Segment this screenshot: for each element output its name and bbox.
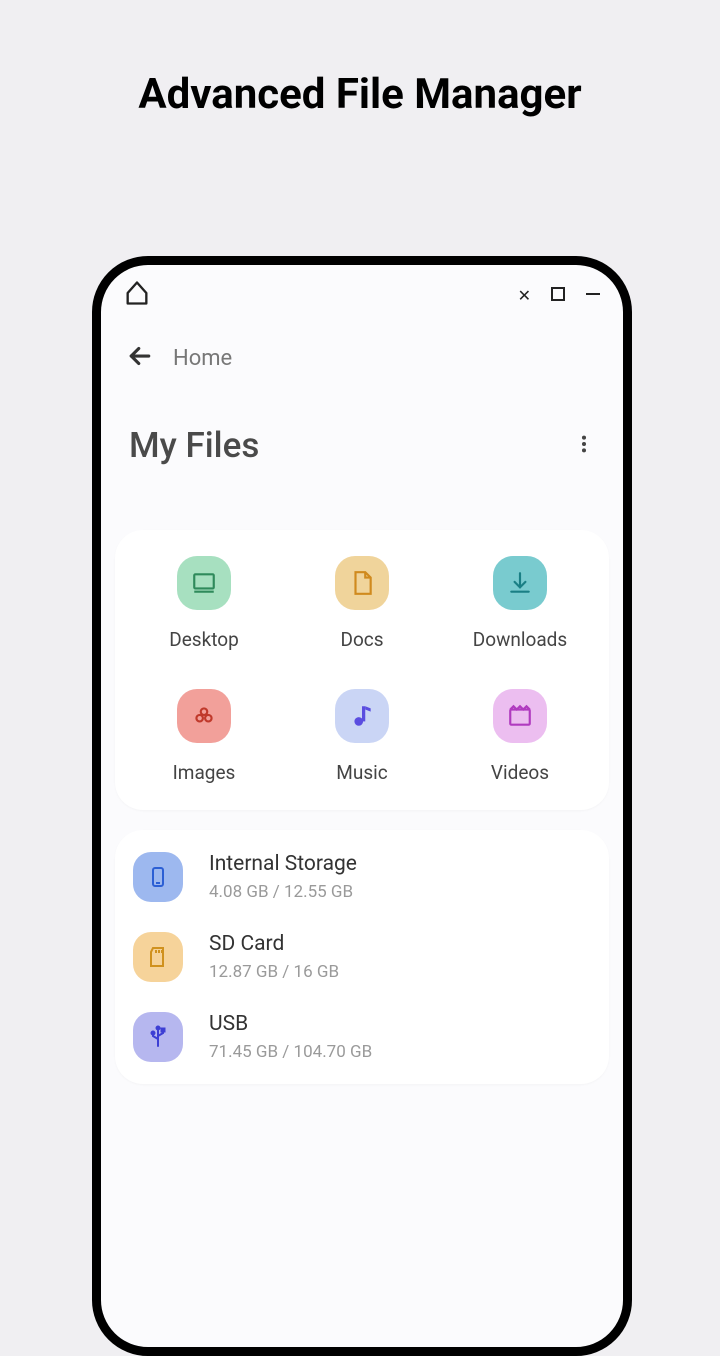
storage-title: SD Card [209, 932, 339, 956]
storage-subtitle: 4.08 GB / 12.55 GB [209, 882, 357, 902]
more-options-icon[interactable] [573, 433, 595, 459]
nav-row: Home [101, 317, 623, 379]
home-icon[interactable] [123, 279, 151, 311]
page-title: My Files [129, 425, 259, 466]
phone-frame: ✕ Home My Files [92, 256, 632, 1356]
storage-title: Internal Storage [209, 852, 357, 876]
category-docs[interactable]: Docs [283, 556, 441, 651]
music-icon [335, 689, 389, 743]
storage-internal[interactable]: Internal Storage 4.08 GB / 12.55 GB [133, 852, 591, 902]
status-bar: ✕ [101, 265, 623, 317]
back-arrow-icon[interactable] [125, 341, 155, 375]
category-label: Music [336, 761, 387, 784]
category-label: Downloads [473, 628, 567, 651]
category-images[interactable]: Images [125, 689, 283, 784]
desktop-icon [177, 556, 231, 610]
storage-sdcard[interactable]: SD Card 12.87 GB / 16 GB [133, 932, 591, 982]
category-label: Docs [340, 628, 383, 651]
usb-icon [133, 1012, 183, 1062]
category-label: Desktop [169, 628, 239, 651]
category-desktop[interactable]: Desktop [125, 556, 283, 651]
storage-title: USB [209, 1012, 372, 1036]
category-label: Images [173, 761, 236, 784]
minimize-icon[interactable] [585, 286, 601, 305]
image-icon [177, 689, 231, 743]
sdcard-icon [133, 932, 183, 982]
storage-usb[interactable]: USB 71.45 GB / 104.70 GB [133, 1012, 591, 1062]
category-downloads[interactable]: Downloads [441, 556, 599, 651]
phone-icon [133, 852, 183, 902]
categories-panel: Desktop Docs Downloads [115, 530, 609, 810]
category-music[interactable]: Music [283, 689, 441, 784]
video-icon [493, 689, 547, 743]
breadcrumb[interactable]: Home [173, 346, 232, 371]
category-videos[interactable]: Videos [441, 689, 599, 784]
category-label: Videos [491, 761, 549, 784]
storage-panel: Internal Storage 4.08 GB / 12.55 GB SD C… [115, 830, 609, 1084]
title-row: My Files [101, 379, 623, 476]
storage-subtitle: 71.45 GB / 104.70 GB [209, 1042, 372, 1062]
close-icon[interactable]: ✕ [518, 286, 531, 305]
maximize-icon[interactable] [551, 286, 565, 305]
download-icon [493, 556, 547, 610]
storage-subtitle: 12.87 GB / 16 GB [209, 962, 339, 982]
document-icon [335, 556, 389, 610]
promo-title: Advanced File Manager [0, 70, 720, 119]
